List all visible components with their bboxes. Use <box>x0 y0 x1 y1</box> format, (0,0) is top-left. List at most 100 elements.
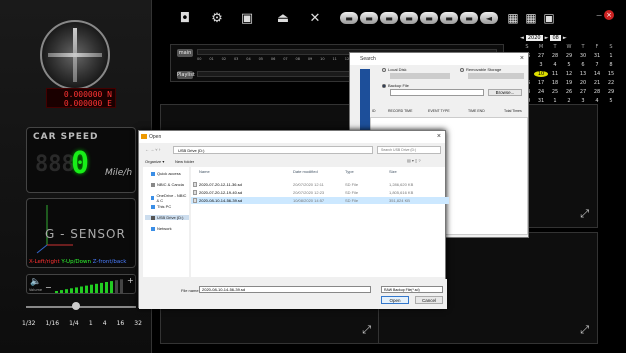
calendar-day[interactable]: 4 <box>548 62 562 68</box>
fullscreen-icon[interactable]: ▣ <box>540 9 558 27</box>
calendar-year[interactable]: 2020 <box>525 35 543 41</box>
local-disk-select[interactable] <box>390 73 450 79</box>
calendar-day[interactable]: 22 <box>604 80 618 86</box>
nav-arrows-icon[interactable]: ← → ˅ ↑ <box>145 147 161 152</box>
calendar-day[interactable]: 1 <box>548 98 562 104</box>
col-name[interactable]: Name <box>199 169 210 174</box>
volume-control[interactable]: 🔈 Volume − + <box>26 274 136 294</box>
file-row[interactable]: 2020-07-20-12-19-40.sd 20/07/2020 12:23 SD… <box>191 189 449 196</box>
calendar-grid[interactable]: SMTWTFS262728293031123456789101112131415… <box>520 44 626 104</box>
col-type[interactable]: Type <box>345 169 354 174</box>
local-disk-radio[interactable]: Local Disk <box>382 67 406 72</box>
toolbar-pill-button[interactable]: ◄ <box>480 12 498 24</box>
calendar-day[interactable]: 24 <box>534 89 548 95</box>
toolbar-pill-button[interactable]: ▬ <box>360 12 378 24</box>
grid-2x2-icon[interactable]: ▦ <box>504 9 522 27</box>
open-button[interactable]: Open <box>381 296 409 304</box>
calendar-day[interactable]: 18 <box>548 80 562 86</box>
calendar-day[interactable]: 2 <box>562 98 576 104</box>
calendar-day[interactable]: 3 <box>576 98 590 104</box>
calendar-day[interactable]: 15 <box>604 71 618 77</box>
calendar-day[interactable]: 19 <box>562 80 576 86</box>
nav-this-pc[interactable]: This PC <box>151 204 171 209</box>
filename-input[interactable]: 2020-08-10-14-56-39.sd <box>199 286 371 293</box>
calendar-day[interactable]: 27 <box>576 89 590 95</box>
playback-speed-slider[interactable] <box>26 306 136 308</box>
calendar-day[interactable]: 11 <box>548 71 562 77</box>
calendar-day[interactable]: 10 <box>534 71 548 77</box>
eject-icon[interactable]: ⏏ <box>274 9 292 27</box>
calendar-year-next-icon[interactable]: ► <box>545 35 549 41</box>
toolbar-pill-button[interactable]: ▬ <box>400 12 418 24</box>
address-bar[interactable]: USB Drive (D:) <box>173 146 373 154</box>
calendar-day[interactable]: 4 <box>590 98 604 104</box>
close-icon[interactable]: × <box>604 10 614 20</box>
calendar-day[interactable]: 8 <box>604 62 618 68</box>
calendar-day[interactable]: 20 <box>576 80 590 86</box>
volume-up-icon[interactable]: + <box>127 276 134 285</box>
organize-menu[interactable]: Organize ▾ <box>145 159 164 164</box>
removable-storage-radio[interactable]: Removable Storage <box>460 67 501 72</box>
backup-file-radio[interactable]: Backup File <box>382 83 409 88</box>
volume-down-icon[interactable]: − <box>45 283 52 292</box>
close-icon[interactable]: × <box>437 131 441 143</box>
calendar-day[interactable]: 6 <box>576 62 590 68</box>
new-folder-button[interactable]: New folder <box>175 159 194 164</box>
calendar-day[interactable]: 28 <box>590 89 604 95</box>
removable-select[interactable] <box>468 73 524 79</box>
nav-nbic[interactable]: NBIC & Cancia <box>151 182 184 187</box>
col-date[interactable]: Date modified <box>293 169 318 174</box>
nav-usb-drive[interactable]: USB Drive (D:) <box>145 215 189 220</box>
toolbar-pill-button[interactable]: ▬ <box>380 12 398 24</box>
calendar-day[interactable]: 31 <box>534 98 548 104</box>
calendar-day[interactable]: 28 <box>548 53 562 59</box>
cancel-button[interactable]: Cancel <box>415 296 443 304</box>
toolbar-pill-button[interactable]: ▬ <box>340 12 358 24</box>
nav-onedrive[interactable]: OneDrive - NBIC & C <box>151 193 189 203</box>
calendar-day[interactable]: 31 <box>590 53 604 59</box>
toolbar-pill-button[interactable]: ▬ <box>440 12 458 24</box>
calendar-day[interactable]: 1 <box>604 53 618 59</box>
calendar-day[interactable]: 3 <box>534 62 548 68</box>
view-options-icon[interactable]: ▤ ▾ ▯ ? <box>407 158 421 163</box>
file-row[interactable]: 2020-07-20-12-11-36.sd 20/07/2020 12:11 SD… <box>191 181 449 188</box>
col-size[interactable]: Size <box>389 169 397 174</box>
save-icon[interactable]: ▣ <box>238 9 256 27</box>
grid-3x3-icon[interactable]: ▦ <box>522 9 540 27</box>
browse-button[interactable]: Browse... <box>488 89 522 96</box>
close-icon[interactable]: × <box>520 53 524 65</box>
search-input[interactable]: Search USB Drive (D:) <box>377 146 441 154</box>
expand-icon[interactable]: ⤢ <box>362 323 371 337</box>
calendar-day[interactable]: 27 <box>534 53 548 59</box>
nav-quick-access[interactable]: Quick access <box>151 171 181 176</box>
file-row[interactable]: 2020-08-10-14-56-39.sd 10/08/2020 14:57 SD… <box>191 197 449 204</box>
calendar-day[interactable]: 29 <box>604 89 618 95</box>
backup-file-path[interactable] <box>390 89 484 96</box>
calendar-day[interactable]: 12 <box>562 71 576 77</box>
expand-icon[interactable]: ⤢ <box>580 323 589 337</box>
calendar-day[interactable]: 25 <box>548 89 562 95</box>
calendar-next-icon[interactable]: ► <box>563 35 567 41</box>
settings-gear-icon[interactable]: ⚙ <box>208 9 226 27</box>
calendar-day[interactable]: 5 <box>604 98 618 104</box>
camera-icon[interactable]: ◘ <box>176 9 194 27</box>
calendar-day[interactable]: 30 <box>576 53 590 59</box>
calendar-day[interactable]: 21 <box>590 80 604 86</box>
nav-network[interactable]: Network <box>151 226 172 231</box>
toolbar-pill-button[interactable]: ▬ <box>420 12 438 24</box>
tools-icon[interactable]: ✕ <box>306 9 324 27</box>
calendar-day[interactable]: 5 <box>562 62 576 68</box>
calendar-day[interactable]: 14 <box>590 71 604 77</box>
speed-slider-handle[interactable] <box>72 302 80 310</box>
calendar-day[interactable]: 26 <box>562 89 576 95</box>
toolbar-pill-button[interactable]: ▬ <box>460 12 478 24</box>
calendar-day[interactable]: 13 <box>576 71 590 77</box>
calendar-day[interactable]: 17 <box>534 80 548 86</box>
calendar-prev-icon[interactable]: ◄ <box>520 35 524 41</box>
volume-level-bars[interactable] <box>55 277 125 293</box>
filetype-select[interactable]: RAW Backup File(*.sd) <box>381 286 443 293</box>
calendar-month[interactable]: 08 <box>550 35 561 41</box>
calendar-day[interactable]: 7 <box>590 62 604 68</box>
expand-icon[interactable]: ⤢ <box>580 207 589 221</box>
calendar-day[interactable]: 29 <box>562 53 576 59</box>
